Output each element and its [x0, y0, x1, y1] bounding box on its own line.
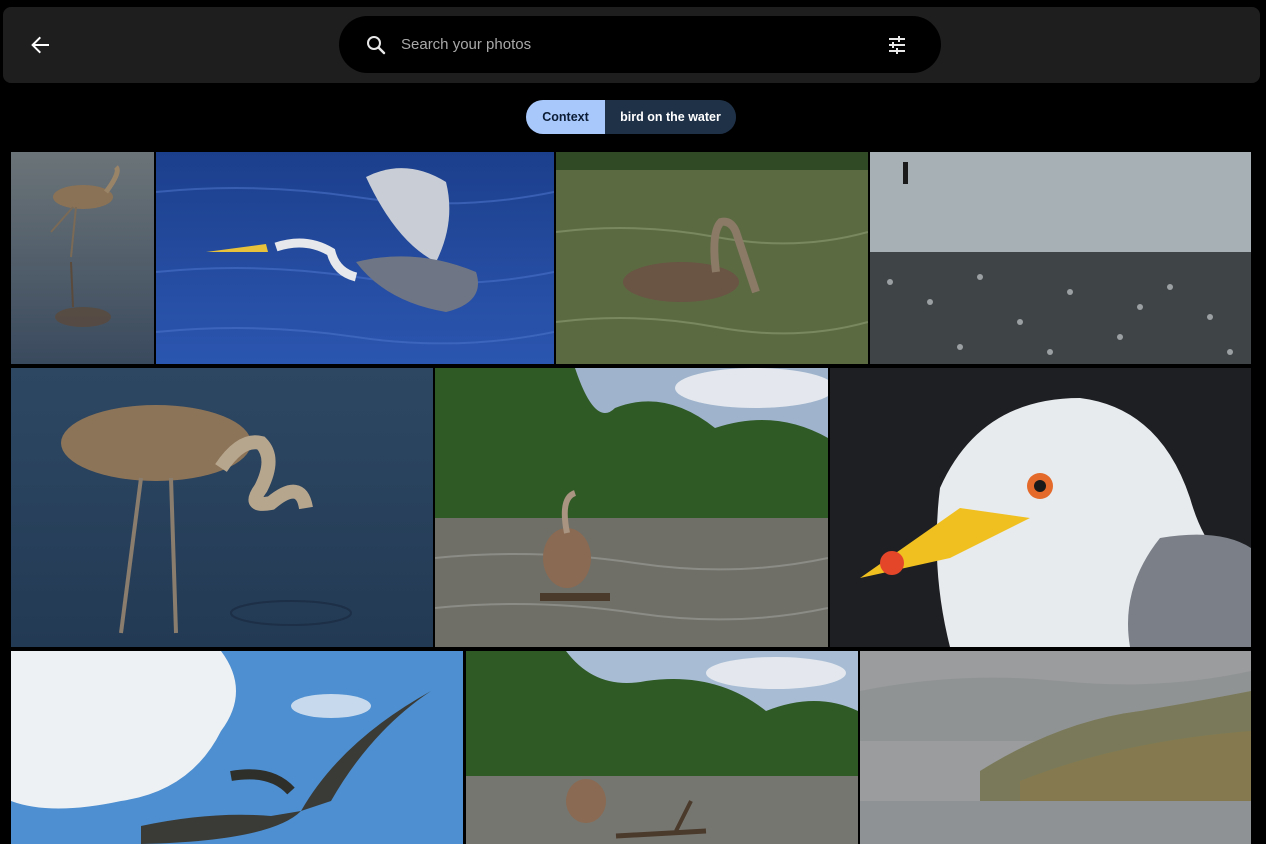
gull-photo	[830, 368, 1251, 647]
back-button[interactable]	[25, 30, 55, 60]
juvenile-flamingo-photo	[11, 368, 433, 647]
context-chip[interactable]: Context	[526, 100, 605, 134]
search-input[interactable]	[399, 28, 869, 60]
photo-tile[interactable]	[156, 152, 554, 364]
photo-tile[interactable]	[830, 368, 1251, 647]
filter-chips: Context bird on the water	[526, 100, 736, 134]
photo-tile[interactable]	[870, 152, 1251, 364]
misty-lake-photo	[860, 651, 1251, 844]
pelican-photo	[556, 152, 868, 364]
flamingo-photo	[11, 152, 154, 364]
search-bar[interactable]	[339, 16, 941, 73]
flock-photo	[870, 152, 1251, 364]
photo-tile[interactable]	[11, 651, 463, 844]
pelican-log-photo	[466, 651, 858, 844]
search-icon	[367, 36, 386, 55]
top-app-bar	[3, 7, 1260, 83]
heron-photo	[156, 152, 554, 364]
photo-tile[interactable]	[11, 152, 154, 364]
photo-tile[interactable]	[11, 368, 433, 647]
query-chip[interactable]: bird on the water	[605, 100, 736, 134]
photo-tile[interactable]	[466, 651, 858, 844]
photo-tile[interactable]	[556, 152, 868, 364]
photo-tile[interactable]	[860, 651, 1251, 844]
arrow-back-icon	[31, 36, 49, 54]
photo-tile[interactable]	[435, 368, 828, 647]
pelican-river-photo	[435, 368, 828, 647]
flying-pelican-photo	[11, 651, 463, 844]
tune-icon[interactable]	[885, 33, 909, 57]
